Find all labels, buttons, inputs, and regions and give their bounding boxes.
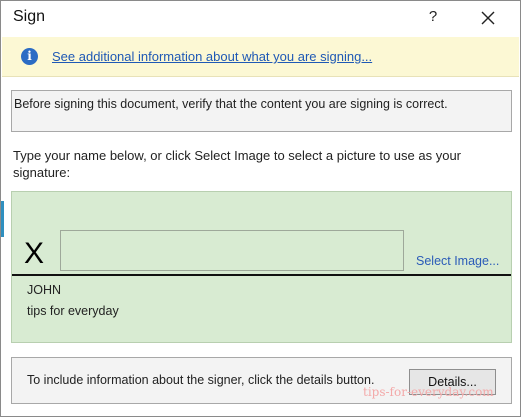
signer-title: tips for everyday (27, 304, 119, 318)
info-icon: i (21, 48, 38, 65)
signer-name: JOHN (27, 283, 62, 297)
sign-dialog: Sign ? i See additional information abou… (0, 0, 521, 417)
signature-area: X Select Image... JOHN tips for everyday (11, 191, 512, 343)
close-icon (481, 11, 495, 25)
select-image-link[interactable]: Select Image... (416, 254, 499, 268)
help-button[interactable]: ? (421, 5, 445, 29)
edge-strip (1, 201, 4, 237)
dialog-title: Sign (13, 8, 46, 25)
signature-name-input[interactable] (60, 230, 404, 271)
watermark: tips-for-everyday.com (363, 385, 494, 399)
signature-instructions: Type your name below, or click Select Im… (13, 148, 461, 180)
signature-line (12, 274, 511, 276)
title-bar: Sign ? (1, 1, 520, 35)
verify-notice: Before signing this document, verify tha… (11, 90, 512, 132)
close-button[interactable] (475, 5, 501, 31)
info-bar: i See additional information about what … (2, 37, 519, 77)
verify-text: Before signing this document, verify tha… (14, 97, 448, 111)
signature-x-mark: X (24, 237, 45, 270)
additional-info-link[interactable]: See additional information about what yo… (52, 49, 372, 64)
details-text: To include information about the signer,… (27, 373, 375, 387)
